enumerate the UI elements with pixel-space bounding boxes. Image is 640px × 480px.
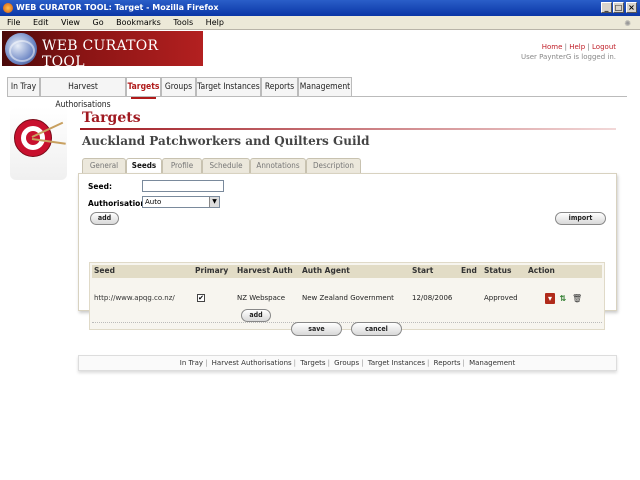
menu-bar: File Edit View Go Bookmarks Tools Help ✺ bbox=[0, 16, 640, 30]
tab-description[interactable]: Description bbox=[306, 158, 361, 173]
title-rule bbox=[80, 128, 616, 130]
firefox-icon bbox=[3, 3, 13, 13]
footer-reports[interactable]: Reports bbox=[434, 359, 461, 367]
nav-in-tray[interactable]: In Tray bbox=[7, 77, 40, 96]
status-cell: Approved bbox=[484, 294, 518, 302]
close-button[interactable]: × bbox=[626, 2, 637, 13]
col-end: End bbox=[461, 266, 477, 275]
nav-reports[interactable]: Reports bbox=[261, 77, 298, 96]
footer-targets[interactable]: Targets bbox=[300, 359, 325, 367]
logout-link[interactable]: Logout bbox=[592, 43, 616, 51]
footer-nav: In Tray | Harvest Authorisations | Targets… bbox=[78, 355, 617, 371]
nav-groups[interactable]: Groups bbox=[161, 77, 196, 96]
target-name: Auckland Patchworkers and Quilters Guild bbox=[82, 134, 370, 148]
start-cell: 12/08/2006 bbox=[412, 294, 453, 302]
menu-bookmarks[interactable]: Bookmarks bbox=[116, 18, 161, 27]
tab-seeds[interactable]: Seeds bbox=[126, 158, 162, 174]
save-button[interactable]: save bbox=[291, 322, 342, 336]
help-link[interactable]: Help bbox=[569, 43, 585, 51]
page-title: Targets bbox=[82, 110, 141, 126]
menu-view[interactable]: View bbox=[61, 18, 80, 27]
nav-management[interactable]: Management bbox=[298, 77, 352, 96]
header-links: Home | Help | Logout User PaynterG is lo… bbox=[520, 43, 616, 61]
tab-schedule[interactable]: Schedule bbox=[202, 158, 250, 173]
menu-help[interactable]: Help bbox=[206, 18, 224, 27]
add-auth-button[interactable]: add bbox=[241, 309, 271, 322]
authorisation-label: Authorisation: bbox=[88, 199, 149, 208]
seed-input[interactable] bbox=[142, 180, 224, 192]
delete-trash-icon[interactable]: 🗑 bbox=[572, 293, 582, 304]
tab-annotations[interactable]: Annotations bbox=[250, 158, 306, 173]
col-harvest-auth: Harvest Auth bbox=[237, 266, 293, 275]
table-footer-divider bbox=[92, 322, 602, 323]
window-title: WEB CURATOR TOOL: Target - Mozilla Firef… bbox=[16, 3, 219, 12]
chevron-down-icon: ▼ bbox=[209, 197, 219, 207]
throbber-icon: ✺ bbox=[624, 19, 631, 28]
tab-profile[interactable]: Profile bbox=[162, 158, 202, 173]
seeds-panel: Seed: Authorisation: Auto ▼ add import S… bbox=[78, 173, 617, 330]
menu-go[interactable]: Go bbox=[93, 18, 104, 27]
footer-groups[interactable]: Groups bbox=[334, 359, 359, 367]
auth-agent-cell: New Zealand Government bbox=[302, 294, 394, 302]
menu-file[interactable]: File bbox=[7, 18, 20, 27]
harvest-auth-cell: NZ Webspace bbox=[237, 294, 286, 302]
seed-label: Seed: bbox=[88, 182, 112, 191]
nav-divider bbox=[7, 96, 627, 97]
col-primary: Primary bbox=[195, 266, 229, 275]
col-status: Status bbox=[484, 266, 512, 275]
col-seed: Seed bbox=[94, 266, 115, 275]
footer-management[interactable]: Management bbox=[469, 359, 515, 367]
window-titlebar: WEB CURATOR TOOL: Target - Mozilla Firef… bbox=[0, 0, 640, 16]
globe-icon bbox=[5, 33, 37, 65]
cancel-button[interactable]: cancel bbox=[351, 322, 402, 336]
maximize-button[interactable]: □ bbox=[613, 2, 624, 13]
logo-text: WEB CURATOR TOOL bbox=[42, 38, 159, 70]
authorisation-value: Auto bbox=[145, 198, 162, 206]
page-viewport: WEB CURATOR TOOL Home | Help | Logout Us… bbox=[0, 30, 640, 480]
col-start: Start bbox=[412, 266, 434, 275]
logged-in-user: User PaynterG is logged in. bbox=[520, 53, 616, 61]
authorisation-select[interactable]: Auto ▼ bbox=[142, 196, 220, 208]
add-seed-button[interactable]: add bbox=[90, 212, 119, 225]
col-action: Action bbox=[528, 266, 555, 275]
link-auth-icon[interactable]: ⇅ bbox=[558, 293, 568, 304]
nav-targets[interactable]: Targets bbox=[126, 77, 161, 99]
view-harvest-auth-icon[interactable]: ▾ bbox=[545, 293, 555, 304]
menu-tools[interactable]: Tools bbox=[173, 18, 193, 27]
nav-harvest-authorisations[interactable]: Harvest Authorisations bbox=[40, 77, 126, 110]
nav-target-instances[interactable]: Target Instances bbox=[196, 77, 261, 96]
import-button[interactable]: import bbox=[555, 212, 606, 225]
primary-checkbox[interactable]: ✔ bbox=[197, 294, 205, 302]
menu-edit[interactable]: Edit bbox=[33, 18, 49, 27]
wct-logo[interactable]: WEB CURATOR TOOL bbox=[2, 31, 203, 70]
seed-url[interactable]: http://www.apqg.co.nz/ bbox=[94, 294, 175, 302]
footer-harvest-authorisations[interactable]: Harvest Authorisations bbox=[212, 359, 292, 367]
tab-general[interactable]: General bbox=[82, 158, 126, 173]
footer-in-tray[interactable]: In Tray bbox=[180, 359, 203, 367]
col-auth-agent: Auth Agent bbox=[302, 266, 350, 275]
home-link[interactable]: Home bbox=[542, 43, 563, 51]
target-dartboard-icon bbox=[10, 107, 67, 180]
footer-target-instances[interactable]: Target Instances bbox=[368, 359, 425, 367]
seeds-table: Seed Primary Harvest Auth Auth Agent Sta… bbox=[89, 262, 605, 330]
minimize-button[interactable]: _ bbox=[601, 2, 612, 13]
